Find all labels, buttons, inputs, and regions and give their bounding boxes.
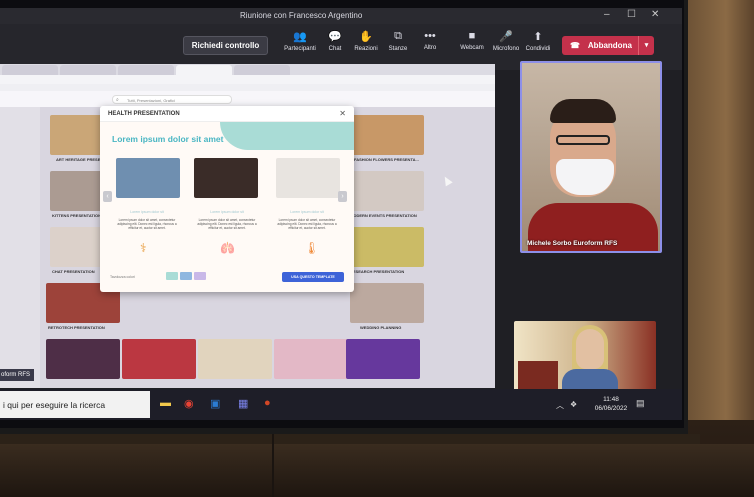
title-bar: Riunione con Francesco Argentino – ☐ ✕ [0, 8, 682, 24]
column-text: Lorem ipsum dolor sit amet, consectetur … [277, 218, 337, 231]
color-swatch[interactable] [166, 272, 178, 280]
close-icon[interactable]: ✕ [651, 9, 659, 20]
teams-window: Riunione con Francesco Argentino – ☐ ✕ R… [0, 8, 682, 420]
taskbar-search-input[interactable]: i qui per eseguire la ricerca [0, 391, 150, 418]
chevron-up-icon[interactable]: ︿ [556, 400, 564, 411]
clock-time: 11:48 [603, 396, 619, 403]
participant-name: Michele Sorbo Euroform RFS [527, 240, 618, 247]
chrome-icon[interactable]: ◉ [184, 397, 194, 410]
color-swatch[interactable] [194, 272, 206, 280]
participant-face [576, 329, 604, 369]
color-palette-label: Tavolozza colori [110, 275, 135, 279]
more-button[interactable]: ••• Altro [410, 30, 450, 51]
browser-tab-active[interactable] [176, 65, 232, 75]
clock-date: 06/06/2022 [594, 405, 628, 412]
rooms-label: Stanze [388, 46, 408, 52]
maximize-icon[interactable]: ☐ [627, 9, 636, 20]
next-arrow-icon[interactable]: › [338, 191, 347, 202]
cable [272, 434, 274, 497]
column-heading: Lorem ipsum dolor sit [290, 210, 324, 214]
floor [0, 444, 754, 497]
windows-taskbar: i qui per eseguire la ricerca ▬ ◉ ▣ ▦ ● … [0, 389, 682, 420]
health-icon: ⚕ [140, 241, 147, 255]
browser-tab[interactable] [234, 65, 290, 75]
phone-hangup-icon: ☎ [570, 41, 580, 50]
canva-header: ⌕ Tutti, Presentazioni, Grafici [0, 91, 495, 107]
chevron-down-icon[interactable]: ▾ [638, 36, 654, 55]
reactions-label: Reazioni [354, 46, 378, 52]
share-button[interactable]: ⬆ Condividi [518, 30, 558, 52]
webcam-label: Webcam [460, 45, 484, 51]
lungs-icon: 🫁 [220, 241, 235, 255]
previous-arrow-icon[interactable]: ‹ [103, 191, 112, 202]
column-heading: Lorem ipsum dolor sit [210, 210, 244, 214]
powerpoint-icon[interactable]: ● [264, 397, 271, 409]
template-preview-modal: HEALTH PRESENTATION ✕ Lorem ipsum dolor … [100, 106, 354, 292]
people-icon: 👥 [293, 31, 307, 43]
more-icon: ••• [424, 30, 436, 42]
column-text: Lorem ipsum dolor sit amet, consectetur … [197, 218, 257, 231]
teams-icon[interactable]: ▦ [238, 397, 248, 410]
address-bar[interactable] [0, 75, 495, 84]
slide-photo [116, 158, 180, 198]
share-icon: ⬆ [533, 31, 543, 43]
browser-tab[interactable] [2, 65, 58, 75]
dropbox-icon[interactable]: ❖ [570, 400, 577, 409]
modal-title: HEALTH PRESENTATION [100, 106, 354, 122]
leave-label: Abbandona [587, 41, 632, 50]
participant-video-secondary[interactable] [514, 321, 656, 398]
file-explorer-icon[interactable]: ▬ [160, 397, 171, 409]
system-clock[interactable]: 11:48 06/06/2022 [586, 395, 636, 413]
share-label: Condividi [525, 46, 551, 52]
browser-tab[interactable] [60, 65, 116, 75]
glasses [556, 135, 610, 145]
participant-video-main[interactable]: Michele Sorbo Euroform RFS [520, 61, 662, 253]
decorative-wave [220, 122, 354, 150]
close-icon[interactable]: ✕ [339, 109, 346, 118]
minimize-icon[interactable]: – [604, 9, 610, 20]
outlook-icon[interactable]: ▣ [210, 397, 220, 410]
microphone-label: Microfono [492, 46, 520, 52]
leave-button[interactable]: ☎ Abbandona ▾ [562, 36, 654, 55]
meeting-title: Riunione con Francesco Argentino [240, 11, 363, 20]
template-search-input[interactable]: ⌕ Tutti, Presentazioni, Grafici [112, 95, 232, 104]
slide-photo [194, 158, 258, 198]
screen-ledge [0, 434, 700, 444]
request-control-button[interactable]: Richiedi controllo [183, 36, 268, 55]
slide-headline: Lorem ipsum dolor sit amet [112, 134, 224, 144]
use-template-button[interactable]: USA QUESTO TEMPLATE [282, 272, 344, 282]
slide-photo [276, 158, 340, 198]
browser-tab-strip [0, 64, 495, 75]
more-label: Altro [423, 45, 437, 51]
notification-icon[interactable]: ▤ [636, 398, 645, 409]
template-search-placeholder: Tutti, Presentazioni, Grafici [127, 98, 175, 103]
participants-button[interactable]: 👥 Partecipanti [280, 30, 320, 52]
bookmarks-bar [0, 84, 495, 91]
chat-label: Chat [328, 46, 342, 52]
column-heading: Lorem ipsum dolor sit [130, 210, 164, 214]
browser-tab[interactable] [118, 65, 174, 75]
participant-hair [550, 99, 616, 123]
thermometer-icon: 🌡 [304, 241, 320, 255]
participants-label: Partecipanti [284, 46, 316, 52]
color-swatch[interactable] [180, 272, 192, 280]
column-text: Lorem ipsum dolor sit amet, consectetur … [117, 218, 177, 231]
search-icon: ⌕ [116, 97, 119, 103]
wall-panel [684, 0, 754, 420]
participant-name-partial: oform RFS [0, 369, 34, 381]
